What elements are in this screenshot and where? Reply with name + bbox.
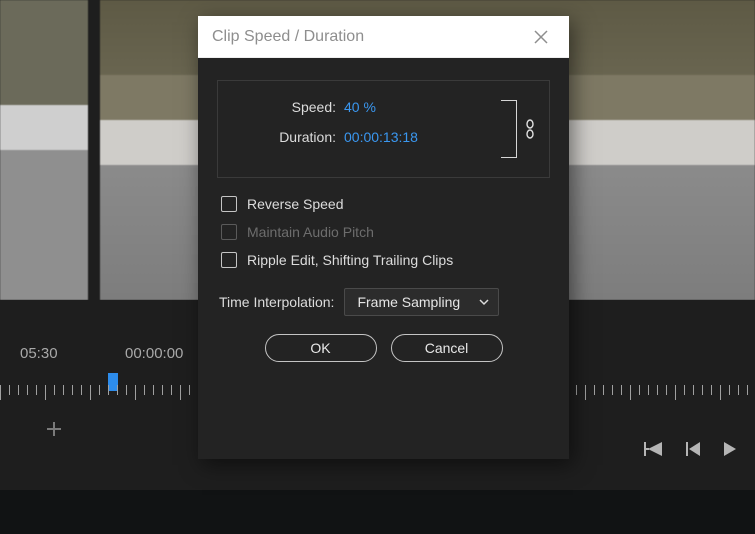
time-interpolation-label: Time Interpolation: — [219, 294, 334, 310]
add-track-button[interactable] — [45, 420, 63, 438]
ruler-tick — [126, 385, 127, 395]
speed-duration-group: Speed: 40 % Duration: 00:00:13:18 — [217, 80, 550, 178]
bracket-icon — [501, 100, 517, 158]
dropdown-value: Frame Sampling — [357, 294, 460, 310]
ruler-tick — [594, 385, 595, 395]
button-label: OK — [310, 340, 330, 356]
dialog-title: Clip Speed / Duration — [212, 28, 364, 46]
status-bar — [0, 490, 755, 534]
play-button[interactable] — [723, 440, 737, 458]
ruler-tick — [666, 385, 667, 395]
checkbox-label: Ripple Edit, Shifting Trailing Clips — [247, 252, 453, 268]
ruler-tick — [144, 385, 145, 395]
ruler-tick — [621, 385, 622, 395]
ruler-tick — [648, 385, 649, 395]
ruler-tick — [630, 385, 631, 400]
ruler-tick — [90, 385, 91, 400]
ruler-tick — [189, 385, 190, 395]
ruler-tick — [45, 385, 46, 400]
ruler-tick — [63, 385, 64, 395]
ruler-tick — [81, 385, 82, 395]
ruler-tick — [117, 385, 118, 395]
ruler-tick — [684, 385, 685, 395]
ok-button[interactable]: OK — [265, 334, 377, 362]
step-back-button[interactable] — [685, 440, 701, 458]
ruler-tick — [72, 385, 73, 395]
button-label: Cancel — [425, 340, 469, 356]
link-icon — [525, 119, 535, 139]
checkbox-label: Reverse Speed — [247, 196, 344, 212]
ruler-tick — [9, 385, 10, 395]
reverse-speed-checkbox[interactable]: Reverse Speed — [221, 196, 546, 212]
ruler-tick — [702, 385, 703, 395]
ruler-tick — [99, 385, 100, 395]
ruler-tick — [720, 385, 721, 400]
duration-value[interactable]: 00:00:13:18 — [344, 129, 418, 145]
go-to-in-button[interactable] — [643, 440, 663, 458]
clip-speed-dialog: Clip Speed / Duration Speed: 40 % Durati… — [198, 16, 569, 459]
time-interpolation-dropdown[interactable]: Frame Sampling — [344, 288, 499, 316]
ruler-tick — [27, 385, 28, 395]
ruler-tick — [153, 385, 154, 395]
close-button[interactable] — [527, 23, 555, 51]
ruler-tick — [675, 385, 676, 400]
ruler-tick — [108, 385, 109, 395]
ruler-tick — [135, 385, 136, 400]
time-label: 00:00:00 — [125, 345, 183, 362]
ruler-tick — [585, 385, 586, 400]
ruler-tick — [171, 385, 172, 395]
chevron-down-icon — [478, 296, 490, 308]
ruler-tick — [576, 385, 577, 395]
dialog-buttons: OK Cancel — [217, 334, 550, 362]
app-root: 05:30 00:00:00 Clip Speed / Duration — [0, 0, 755, 534]
program-monitor-left — [0, 0, 88, 300]
ruler-tick — [729, 385, 730, 395]
checkbox-icon — [221, 252, 237, 268]
checkbox-icon — [221, 224, 237, 240]
ruler-tick — [36, 385, 37, 395]
close-icon — [534, 30, 548, 44]
options-group: Reverse Speed Maintain Audio Pitch Rippl… — [217, 196, 550, 284]
ruler-tick — [693, 385, 694, 395]
link-speed-duration[interactable] — [501, 99, 535, 159]
dialog-body: Speed: 40 % Duration: 00:00:13:18 — [198, 58, 569, 459]
checkbox-icon — [221, 196, 237, 212]
ruler-tick — [639, 385, 640, 395]
ripple-edit-checkbox[interactable]: Ripple Edit, Shifting Trailing Clips — [221, 252, 546, 268]
time-label: 05:30 — [20, 345, 58, 362]
transport-controls — [643, 440, 737, 458]
duration-label: Duration: — [234, 129, 344, 145]
speed-label: Speed: — [234, 99, 344, 115]
ruler-tick — [54, 385, 55, 395]
ruler-tick — [0, 385, 1, 400]
ruler-tick — [738, 385, 739, 395]
dialog-titlebar[interactable]: Clip Speed / Duration — [198, 16, 569, 58]
ruler-tick — [657, 385, 658, 395]
checkbox-label: Maintain Audio Pitch — [247, 224, 374, 240]
ruler-tick — [162, 385, 163, 395]
ruler-tick — [603, 385, 604, 395]
time-interpolation-row: Time Interpolation: Frame Sampling — [217, 288, 550, 316]
maintain-audio-pitch-checkbox: Maintain Audio Pitch — [221, 224, 546, 240]
speed-value[interactable]: 40 % — [344, 99, 376, 115]
ruler-tick — [747, 385, 748, 395]
ruler-tick — [180, 385, 181, 400]
ruler-tick — [18, 385, 19, 395]
cancel-button[interactable]: Cancel — [391, 334, 503, 362]
ruler-tick — [711, 385, 712, 395]
ruler-tick — [612, 385, 613, 395]
